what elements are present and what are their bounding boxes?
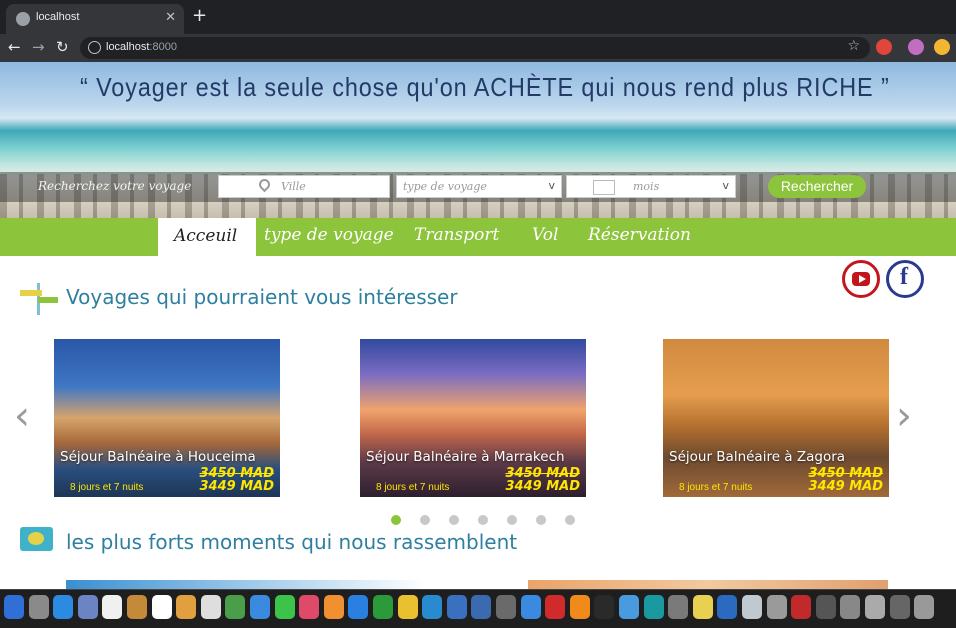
dock-app-icon[interactable] — [397, 595, 418, 619]
dock-app-icon[interactable] — [53, 595, 74, 619]
reload-icon[interactable]: ↻ — [56, 37, 69, 57]
dock-app-icon[interactable] — [668, 595, 689, 619]
dock-app-icon[interactable] — [914, 595, 935, 619]
dock-app-icon[interactable] — [766, 595, 787, 619]
dock-app-icon[interactable] — [742, 595, 762, 619]
url-text: localhost:8000 — [106, 41, 177, 53]
nav-item-transport[interactable]: Transport — [414, 225, 499, 245]
chevron-down-icon: v — [548, 179, 555, 192]
dock-app-icon[interactable] — [545, 595, 566, 619]
dock-app-icon[interactable] — [791, 595, 812, 619]
globe-icon — [16, 12, 30, 26]
ville-input[interactable]: Ville — [218, 175, 390, 198]
carousel-dot[interactable] — [449, 515, 459, 525]
dock-app-icon[interactable] — [594, 595, 615, 619]
new-tab-button[interactable]: + — [192, 6, 207, 26]
carousel-dot[interactable] — [391, 515, 401, 525]
dock-app-icon[interactable] — [422, 595, 443, 619]
month-select[interactable]: mois v — [566, 175, 736, 198]
type-select[interactable]: type de voyage v — [396, 175, 562, 198]
map-pin-icon — [256, 176, 273, 193]
dock-app-icon[interactable] — [127, 595, 147, 619]
back-icon[interactable]: ← — [8, 37, 21, 57]
carousel-dot[interactable] — [565, 515, 575, 525]
dock-app-icon[interactable] — [569, 595, 590, 619]
dock-app-icon[interactable] — [373, 595, 393, 619]
dock-app-icon[interactable] — [889, 595, 910, 619]
dock-app-icon[interactable] — [496, 595, 516, 619]
carousel-prev-icon[interactable]: ‹ — [14, 396, 30, 436]
profile-avatar[interactable] — [908, 39, 924, 55]
dock-app-icon[interactable] — [717, 595, 738, 619]
main-nav: Acceuil type de voyage Transport Vol Rés… — [0, 218, 956, 256]
dock-app-icon[interactable] — [471, 595, 492, 619]
browser-tab[interactable]: localhost ✕ — [6, 4, 184, 34]
carousel-dot[interactable] — [420, 515, 430, 525]
dock-app-icon[interactable] — [200, 595, 221, 619]
extension-icon[interactable] — [934, 39, 950, 55]
carousel-dot[interactable] — [507, 515, 517, 525]
dock-app-icon[interactable] — [815, 595, 836, 619]
extension-icon[interactable] — [876, 39, 892, 55]
address-bar[interactable]: localhost:8000 ☆ — [80, 37, 870, 59]
dock-app-icon[interactable] — [446, 595, 467, 619]
nav-item-reservation[interactable]: Réservation — [588, 225, 691, 245]
search-bar: Recherchez votre voyage Ville type de vo… — [0, 172, 956, 202]
section-title-moments: les plus forts moments qui nous rassembl… — [66, 530, 518, 554]
search-label: Recherchez votre voyage — [38, 179, 192, 193]
info-icon[interactable] — [88, 41, 101, 54]
camera-icon — [20, 527, 53, 551]
dock-app-icon[interactable] — [28, 595, 49, 619]
dock-app-icon[interactable] — [348, 595, 369, 619]
hero-banner: “ Voyager est la seule chose qu'on ACHÈT… — [0, 62, 956, 218]
browser-toolbar: ← → ↻ localhost:8000 ☆ — [0, 34, 956, 62]
dock-app-icon[interactable] — [520, 595, 541, 619]
forward-icon[interactable]: → — [32, 37, 45, 57]
nav-item-type-de-voyage[interactable]: type de voyage — [264, 225, 394, 245]
carousel-dot[interactable] — [478, 515, 488, 525]
dock-app-icon[interactable] — [250, 595, 270, 619]
search-button[interactable]: Rechercher — [768, 175, 866, 198]
dock-app-icon[interactable] — [840, 595, 861, 619]
dock-app-icon[interactable] — [4, 595, 24, 619]
close-icon[interactable]: ✕ — [165, 10, 176, 25]
youtube-icon[interactable] — [842, 260, 880, 298]
chevron-down-icon: v — [722, 179, 729, 192]
facebook-icon[interactable]: f — [886, 260, 924, 298]
section-title-interest: Voyages qui pourraient vous intéresser — [66, 285, 458, 309]
dock-app-icon[interactable] — [643, 595, 664, 619]
tab-title: localhost — [36, 11, 80, 23]
dock-app-icon[interactable] — [151, 595, 172, 619]
trip-card[interactable]: Séjour Balnéaire à Houceima 3450 MAD 344… — [54, 339, 280, 497]
dock-app-icon[interactable] — [274, 595, 295, 619]
hero-quote: “ Voyager est la seule chose qu'on ACHÈT… — [80, 72, 890, 102]
dock-app-icon[interactable] — [102, 595, 123, 619]
nav-item-acceuil[interactable]: Acceuil — [158, 218, 256, 256]
dock-app-icon[interactable] — [323, 595, 344, 619]
nav-item-vol[interactable]: Vol — [532, 225, 558, 245]
dock-app-icon[interactable] — [299, 595, 320, 619]
dock-app-icon[interactable] — [865, 595, 885, 619]
trip-card[interactable]: Séjour Balnéaire à Zagora 3450 MAD 3449 … — [663, 339, 889, 497]
dock-app-icon[interactable] — [619, 595, 639, 619]
browser-tab-bar: localhost ✕ + — [0, 0, 956, 34]
dock-app-icon[interactable] — [692, 595, 713, 619]
signpost-icon — [20, 283, 60, 315]
macos-dock — [0, 589, 956, 628]
dock-app-icon[interactable] — [225, 595, 246, 619]
carousel-dot[interactable] — [536, 515, 546, 525]
dock-app-icon[interactable] — [77, 595, 98, 619]
bookmark-star-icon[interactable]: ☆ — [847, 38, 860, 54]
dock-app-icon[interactable] — [176, 595, 197, 619]
carousel-next-icon[interactable]: › — [896, 396, 912, 436]
trip-card[interactable]: Séjour Balnéaire à Marrakech 3450 MAD 34… — [360, 339, 586, 497]
calendar-icon — [593, 180, 615, 195]
